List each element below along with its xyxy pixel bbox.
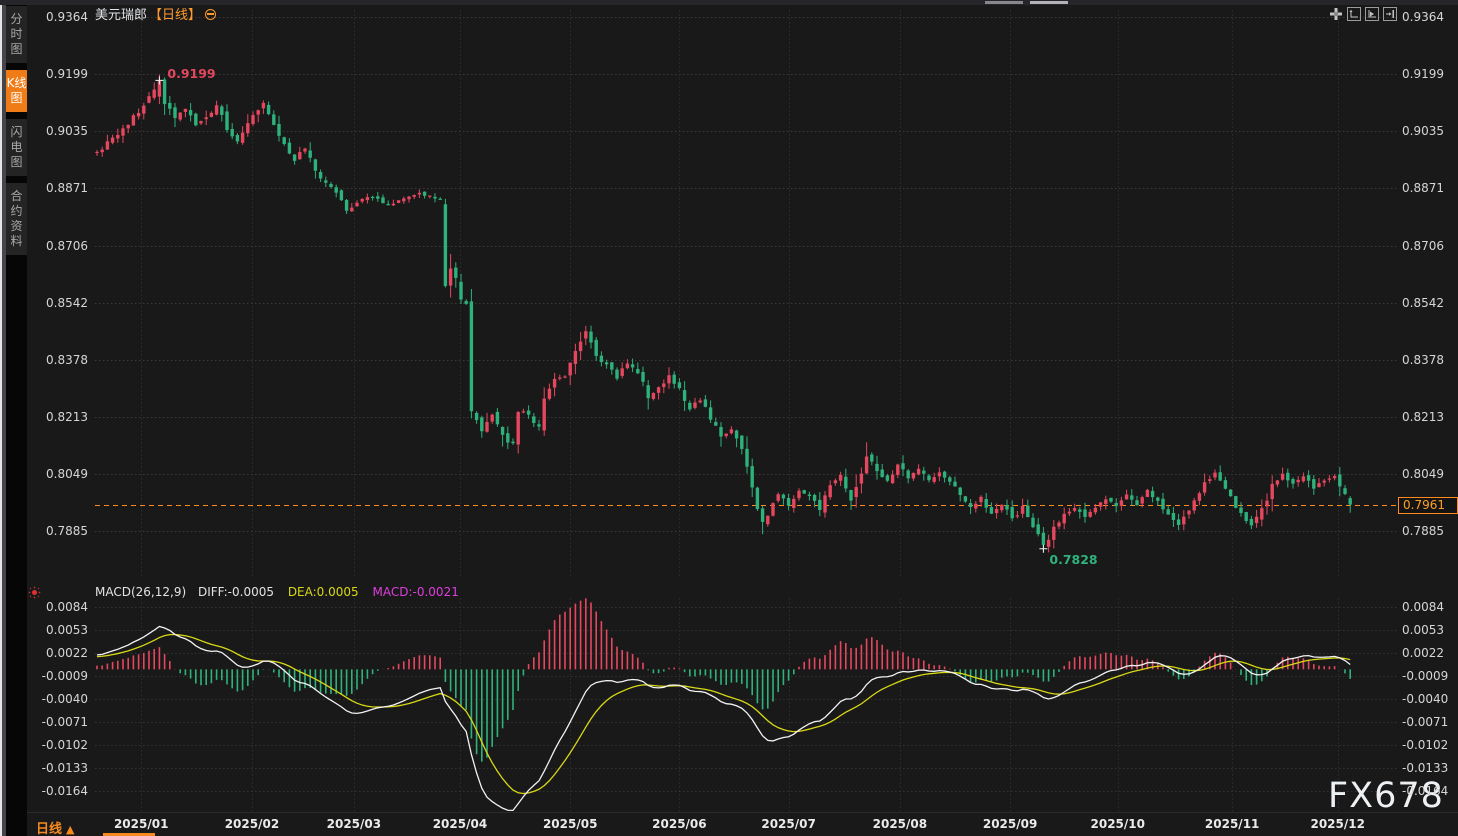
price-tick-label: 0.7885 [46,524,88,538]
macd-tick-label: -0.0102 [1402,738,1449,752]
macd-tick-label: -0.0133 [1402,761,1449,775]
sidebar-tab-lightning-chart[interactable]: 闪电图 [6,119,27,176]
auto-scale-icon[interactable] [1365,7,1379,21]
top-scrollbar-mark[interactable] [1030,1,1068,4]
price-tick-label: 0.8542 [46,295,88,310]
x-axis-month-label: 2025/04 [432,817,488,831]
price-tick-label: 0.9035 [46,124,88,139]
price-tick-label: 0.8871 [1402,181,1444,196]
x-axis-month-label: 2025/07 [761,817,816,831]
last-price-tag: 0.7961 [1398,496,1458,514]
price-tick-label: 0.8706 [46,238,88,253]
indicator-alert-icon[interactable] [32,590,37,595]
crosshair-move-icon[interactable] [1329,7,1343,21]
macd-tick-label: 0.0022 [46,646,88,660]
timeframe-tag: 【日线】 [149,8,202,23]
sidebar-tabs: 分时图 K线图 闪电图 合约资料 [6,6,27,262]
macd-tick-label: -0.0040 [41,692,88,706]
chart-type-sidebar: 分时图 K线图 闪电图 合约资料 [0,0,27,836]
price-tick-label: 0.8049 [1402,467,1444,481]
top-scrollbar-mark[interactable] [985,1,1023,4]
x-axis-month-label: 2025/03 [326,817,382,831]
timeframe-dropdown-button[interactable]: 日线 ▲ [36,818,74,836]
macd-legend: MACD(26,12,9) DIFF:-0.0005 DEA:0.0005 MA… [95,585,459,599]
price-tick-label: 0.8871 [46,181,88,196]
macd-macd-value: MACD:-0.0021 [372,585,459,599]
macd-tick-label: 0.0053 [46,623,88,637]
price-tick-label: 0.8213 [1402,410,1444,424]
chart-title: 美元瑞郎 【日线】 [95,8,217,23]
symbol-name: 美元瑞郎 [95,8,148,23]
macd-tick-label: -0.0040 [1402,692,1449,706]
price-tick-label: 0.8542 [1402,295,1444,310]
x-axis-month-label: 2025/12 [1310,817,1365,831]
price-tick-label: 0.9199 [46,67,88,82]
x-axis-month-label: 2025/09 [982,817,1038,831]
price-tick-label: 0.8378 [46,352,88,367]
reset-y-axis-icon[interactable] [1347,7,1361,21]
timeframe-label: 日线 [36,822,63,836]
low-price-annotation: 0.7828 [1049,551,1098,567]
macd-tick-label: 0.0084 [46,600,88,614]
x-axis-month-label: 2025/10 [1090,817,1145,831]
macd-tick-label: -0.0071 [41,715,88,729]
macd-tick-label: -0.0009 [41,669,88,683]
macd-tick-label: 0.0084 [1402,600,1444,614]
chart-toolbar [1329,7,1397,21]
x-axis-month-label: 2025/08 [872,817,928,831]
sidebar-tab-kline-chart[interactable]: K线图 [6,70,27,112]
price-tick-label: 0.9199 [1402,67,1444,82]
x-axis-month-label: 2025/02 [224,817,280,831]
x-axis-month-label: 2025/05 [542,817,598,831]
chevron-up-icon: ▲ [66,823,75,836]
main-chart-canvas[interactable] [0,0,1458,836]
macd-tick-label: -0.0133 [41,761,88,775]
sidebar-tab-time-chart[interactable]: 分时图 [6,6,27,63]
price-tick-label: 0.9364 [46,10,88,24]
macd-tick-label: 0.0022 [1402,646,1444,660]
high-price-annotation: 0.9199 [167,66,216,82]
price-tick-label: 0.8706 [1402,238,1444,253]
axis-row-divider [27,812,1458,813]
price-tick-label: 0.9035 [1402,124,1444,139]
x-axis-month-label: 2025/01 [113,817,169,831]
macd-tick-label: -0.0102 [41,738,88,752]
x-axis-month-label: 2025/11 [1204,817,1260,831]
window-top-strip [0,0,1458,5]
macd-name-label: MACD(26,12,9) [95,585,187,599]
price-tick-label: 0.8213 [46,410,88,424]
sidebar-tab-contract-info[interactable]: 合约资料 [6,183,27,255]
macd-tick-label: -0.0164 [41,784,88,798]
trading-app-window: 分时图 K线图 闪电图 合约资料 美元瑞郎 【日线】 0.9364 0.9364 0.… [0,0,1458,836]
scroll-to-latest-icon[interactable] [1383,7,1397,21]
macd-tick-label: 0.0053 [1402,623,1444,637]
price-tick-label: 0.9364 [1402,10,1444,24]
collapse-circle-icon[interactable] [205,9,217,20]
price-tick-label: 0.7885 [1402,524,1444,538]
x-axis-month-label: 2025/06 [652,817,707,831]
price-tick-label: 0.8378 [1402,352,1444,367]
macd-dea-value: DEA:0.0005 [287,585,359,599]
macd-tick-label: -0.0009 [1402,669,1449,683]
price-tick-label: 0.8049 [46,467,88,481]
macd-tick-label: -0.0164 [1402,784,1449,798]
macd-diff-value: DIFF:-0.0005 [197,585,274,599]
macd-tick-label: -0.0071 [1402,715,1449,729]
